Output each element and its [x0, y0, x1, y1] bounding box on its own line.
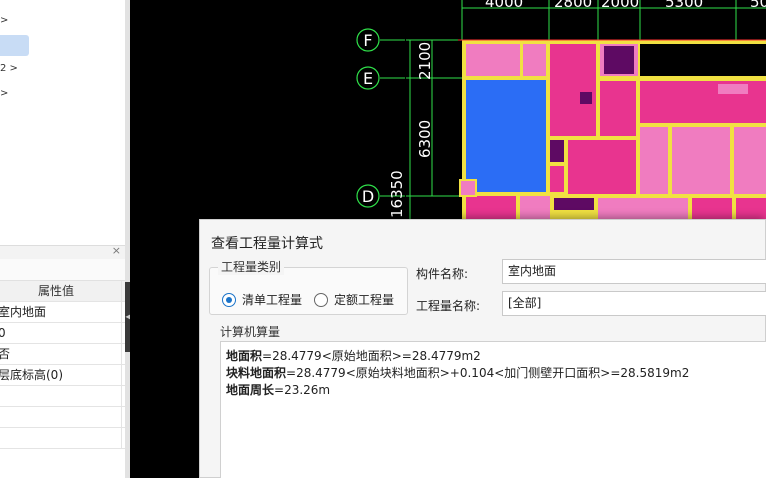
properties-titlebar: ×	[0, 244, 125, 259]
property-value: 否	[0, 347, 11, 361]
table-row[interactable]	[0, 386, 125, 407]
axis-label-f: F	[363, 31, 372, 50]
dimension-label: 2100	[416, 42, 434, 80]
table-row[interactable]: 否	[0, 344, 125, 365]
property-value	[0, 428, 119, 449]
dimension-label: 50	[750, 0, 766, 11]
dimension-label: 2000	[601, 0, 639, 11]
axis-label-e: E	[363, 69, 373, 88]
quantity-type-group: 工程量类别 清单工程量 定额工程量	[209, 259, 408, 315]
calc-label: 地面积	[226, 349, 263, 363]
component-name-field[interactable]: 室内地面	[502, 259, 766, 284]
dimension-label: 6300	[416, 120, 434, 158]
table-row[interactable]: 0	[0, 323, 125, 344]
property-value: 层底标高(0)	[0, 368, 63, 382]
radio-label: 定额工程量	[334, 293, 395, 307]
quantity-formula-dialog: 查看工程量计算式 工程量类别 清单工程量 定额工程量 构件名称: 室内地面 工程…	[199, 219, 766, 478]
properties-toolbar	[0, 259, 125, 281]
tree-item[interactable]: 2 >	[0, 59, 18, 79]
table-row[interactable]: 层底标高(0)	[0, 365, 125, 386]
column-header-value: 属性值	[38, 284, 75, 298]
tree-item[interactable]: >	[0, 84, 8, 104]
dimension-label: 4000	[485, 0, 523, 11]
dimension-label: 5300	[665, 0, 703, 11]
tree-item[interactable]: A	[8, 0, 15, 8]
property-value: 0	[0, 326, 6, 340]
radio-checked-icon[interactable]	[222, 293, 236, 307]
dialog-title: 查看工程量计算式	[211, 236, 323, 252]
table-row[interactable]	[0, 428, 125, 449]
property-value: 室内地面	[0, 305, 47, 319]
radio-unchecked-icon[interactable]	[314, 293, 328, 307]
properties-header-row: 属性值	[0, 281, 125, 302]
component-name-label: 构件名称:	[416, 267, 469, 281]
calc-expression: =23.26m	[274, 383, 331, 397]
table-row[interactable]: 室内地面	[0, 302, 125, 323]
axis-label-d: D	[362, 187, 374, 206]
calc-line-perimeter: 地面周长=23.26m	[226, 382, 762, 399]
quantity-name-field[interactable]: [全部]	[502, 291, 766, 316]
dimension-label: 16350	[388, 170, 406, 218]
table-row[interactable]	[0, 407, 125, 428]
quantity-type-legend: 工程量类别	[218, 259, 285, 275]
property-value	[0, 407, 119, 428]
calculation-text-area[interactable]: 地面积=28.4779<原始地面积>=28.4779m2 块料地面积=28.47…	[220, 341, 766, 478]
tree-item[interactable]: >	[0, 11, 8, 31]
close-icon[interactable]: ×	[112, 244, 121, 257]
calc-line-tile-area: 块料地面积=28.4779<原始块料地面积>+0.104<加门侧壁开口面积>=2…	[226, 365, 762, 382]
floor-plan	[458, 39, 766, 220]
properties-table: 属性值 室内地面 0 否 层底标高(0)	[0, 281, 125, 449]
calc-label: 地面周长	[226, 383, 275, 397]
calc-expression: =28.4779<原始块料地面积>+0.104<加门侧壁开口面积>=28.581…	[286, 366, 690, 380]
dimension-label: 2800	[554, 0, 592, 11]
calc-legend: 计算机算量	[220, 325, 281, 339]
tree-item-selected[interactable]	[0, 35, 29, 56]
left-panel: A > 2 > > × 属性值 室内地面 0 否 层底标高(0)	[0, 0, 130, 478]
calc-line-area: 地面积=28.4779<原始地面积>=28.4779m2	[226, 348, 762, 365]
quantity-name-label: 工程量名称:	[416, 299, 481, 313]
radio-label: 清单工程量	[242, 293, 303, 307]
calc-expression: =28.4779<原始地面积>=28.4779m2	[262, 349, 481, 363]
calc-label: 块料地面积	[226, 366, 287, 380]
property-value	[0, 386, 119, 407]
